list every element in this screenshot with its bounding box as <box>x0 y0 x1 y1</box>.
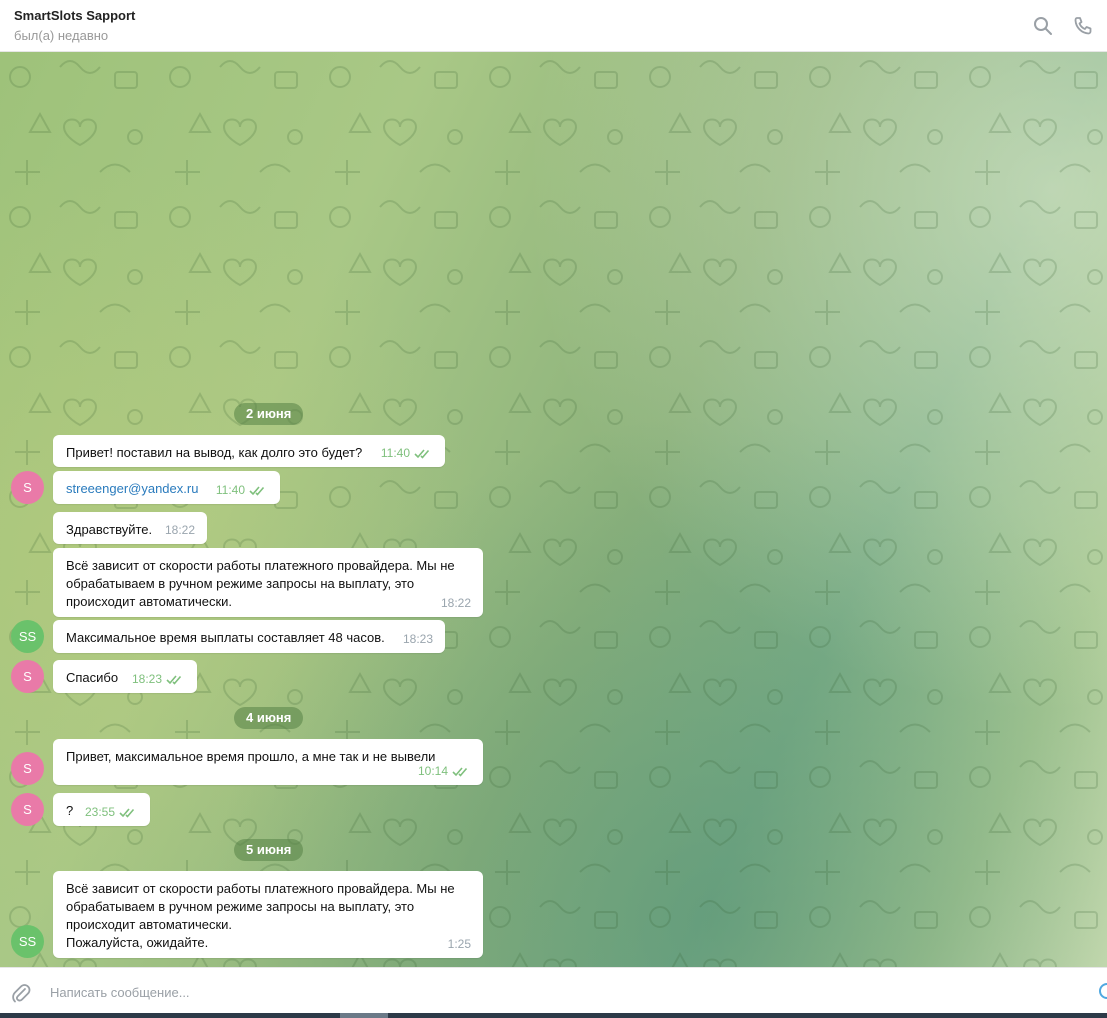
double-check-icon <box>452 766 468 777</box>
wallpaper-pattern <box>0 52 1107 967</box>
message-time: 23:55 <box>84 805 115 819</box>
message-text: Максимальное время выплаты составляет 48… <box>66 630 385 645</box>
message-time: 10:14 <box>417 764 448 778</box>
message-bubble[interactable]: Всё зависит от скорости работы платежног… <box>53 871 483 958</box>
message-composer[interactable]: Написать сообщение... <box>0 967 1107 1018</box>
chat-status: был(а) недавно <box>14 28 109 43</box>
message-time: 18:22 <box>164 523 195 537</box>
double-check-icon <box>119 807 135 818</box>
horizontal-scrollbar[interactable] <box>0 1013 1107 1018</box>
date-divider: 2 июня <box>234 403 304 425</box>
message-time: 11:40 <box>380 446 410 460</box>
double-check-icon <box>166 674 182 685</box>
paperclip-icon[interactable] <box>10 982 32 1004</box>
message-bubble[interactable]: Максимальное время выплаты составляет 48… <box>53 620 445 653</box>
message-time: 18:22 <box>440 596 471 610</box>
message-meta: 11:40 <box>381 444 433 462</box>
message-meta: 18:23 <box>132 670 185 688</box>
message-time: 1:25 <box>447 937 471 951</box>
message-text: Привет! поставил на вывод, как долго это… <box>66 445 363 460</box>
emoji-icon[interactable] <box>1099 983 1107 999</box>
avatar[interactable]: SS <box>11 925 44 958</box>
avatar[interactable]: S <box>11 793 44 826</box>
message-input[interactable]: Написать сообщение... <box>50 985 190 1000</box>
date-divider: 4 июня <box>234 707 304 729</box>
message-time: 18:23 <box>402 632 433 646</box>
message-time: 11:40 <box>215 483 245 497</box>
avatar[interactable]: SS <box>11 620 44 653</box>
message-bubble[interactable]: Здравствуйте. 18:22 <box>53 512 207 544</box>
message-text: Всё зависит от скорости работы платежног… <box>66 558 459 609</box>
message-meta: 18:22 <box>165 521 195 539</box>
phone-icon[interactable] <box>1072 15 1094 37</box>
chat-header: SmartSlots Sapport был(а) недавно <box>0 0 1107 52</box>
message-meta: 11:40 <box>216 481 268 499</box>
message-text: Привет, максимальное время прошло, а мне… <box>66 749 436 764</box>
message-meta: 18:23 <box>403 630 433 648</box>
chat-title[interactable]: SmartSlots Sapport <box>14 8 135 23</box>
message-meta: 23:55 <box>85 803 138 821</box>
avatar[interactable]: S <box>11 752 44 785</box>
message-bubble[interactable]: ? 23:55 <box>53 793 150 826</box>
message-meta: 18:22 <box>441 594 471 612</box>
avatar[interactable]: S <box>11 471 44 504</box>
double-check-icon <box>414 448 430 459</box>
search-icon[interactable] <box>1032 15 1054 37</box>
chat-area[interactable]: 2 июня 4 июня 5 июня Привет! поставил на… <box>0 52 1107 967</box>
message-bubble[interactable]: Всё зависит от скорости работы платежног… <box>53 548 483 617</box>
message-bubble[interactable]: Привет, максимальное время прошло, а мне… <box>53 739 483 785</box>
scrollbar-thumb[interactable] <box>340 1013 388 1018</box>
message-text: Всё зависит от скорости работы платежног… <box>66 881 455 950</box>
message-meta: 10:14 <box>418 762 471 780</box>
message-meta: 1:25 <box>448 935 471 953</box>
message-bubble[interactable]: streeenger@yandex.ru 11:40 <box>53 471 280 504</box>
message-bubble[interactable]: Привет! поставил на вывод, как долго это… <box>53 435 445 467</box>
message-time: 18:23 <box>131 672 162 686</box>
message-bubble[interactable]: Спасибо 18:23 <box>53 660 197 693</box>
date-divider: 5 июня <box>234 839 304 861</box>
double-check-icon <box>249 485 265 496</box>
avatar[interactable]: S <box>11 660 44 693</box>
